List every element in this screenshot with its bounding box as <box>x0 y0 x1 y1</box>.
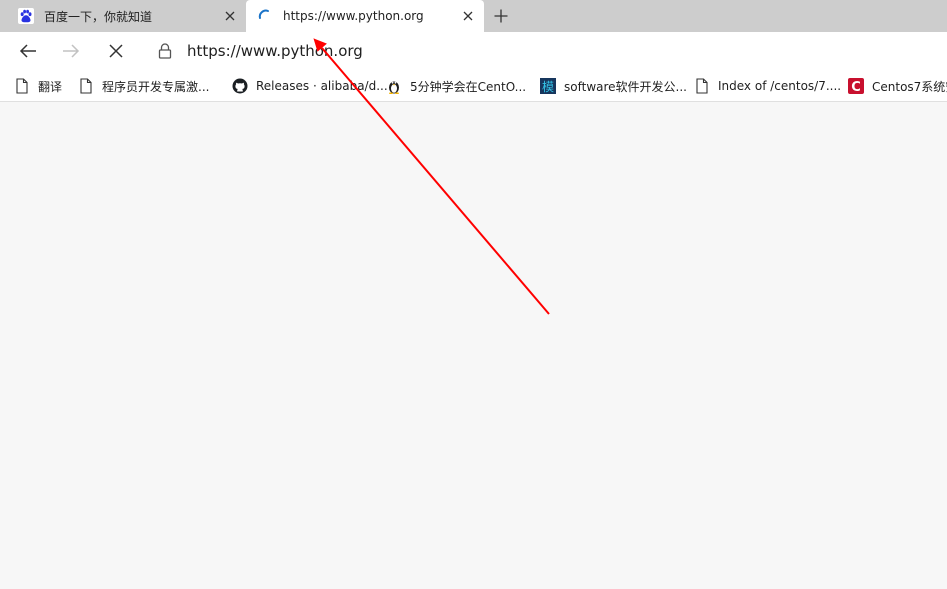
bookmark-item[interactable]: Releases · alibaba/d... <box>232 75 388 97</box>
arrow-right-icon <box>63 44 80 58</box>
baidu-paw-icon <box>18 8 34 24</box>
bookmarks-bar: 翻译 程序员开发专属激... Releases · alibaba/d... 5… <box>0 70 947 102</box>
csdn-icon: C <box>848 78 864 94</box>
bookmark-label: Centos7系统安 <box>872 79 947 94</box>
arrow-left-icon <box>19 44 36 58</box>
bookmark-label: Index of /centos/7.... <box>718 79 842 93</box>
mo-logo-icon: 模 <box>540 78 556 94</box>
loading-spinner-icon <box>257 8 273 24</box>
bookmark-label: 翻译 <box>38 79 63 94</box>
tab-title: https://www.python.org <box>283 9 424 23</box>
tab-baidu[interactable]: 百度一下，你就知道 <box>0 0 246 32</box>
back-button[interactable] <box>14 38 42 64</box>
stop-loading-button[interactable] <box>102 38 130 64</box>
bookmark-item[interactable]: Index of /centos/7.... <box>694 75 841 97</box>
page-content <box>0 102 947 589</box>
close-tab-icon[interactable] <box>222 8 238 24</box>
svg-text:模: 模 <box>542 80 554 94</box>
tab-title: 百度一下，你就知道 <box>44 9 153 24</box>
plus-icon <box>494 9 508 23</box>
close-icon <box>109 44 123 58</box>
tab-strip: 百度一下，你就知道 https://www.python.org <box>0 0 947 32</box>
new-tab-button[interactable] <box>490 6 512 26</box>
page-icon <box>694 78 710 94</box>
close-tab-icon[interactable] <box>460 8 476 24</box>
toolbar: https://www.python.org <box>0 32 947 70</box>
browser-window: 百度一下，你就知道 https://www.python.org https:/… <box>0 0 947 589</box>
bookmark-item[interactable]: 5分钟学会在CentO... <box>386 75 526 97</box>
page-icon <box>14 78 30 94</box>
bookmark-item[interactable]: C Centos7系统安 <box>848 75 947 97</box>
bookmark-item[interactable]: 翻译 <box>14 75 62 97</box>
page-icon <box>78 78 94 94</box>
svg-text:C: C <box>851 80 861 94</box>
tab-python[interactable]: https://www.python.org <box>246 0 484 32</box>
bookmark-item[interactable]: 模 software软件开发公... <box>540 75 687 97</box>
bookmark-label: 5分钟学会在CentO... <box>410 79 527 94</box>
url-text[interactable]: https://www.python.org <box>187 42 363 60</box>
linux-penguin-icon <box>386 78 402 94</box>
github-icon <box>232 78 248 94</box>
forward-button[interactable] <box>57 38 85 64</box>
address-bar[interactable]: https://www.python.org <box>145 36 947 66</box>
bookmark-label: 程序员开发专属激... <box>102 79 210 94</box>
bookmark-label: software软件开发公... <box>564 79 687 94</box>
bookmark-label: Releases · alibaba/d... <box>256 79 388 93</box>
bookmark-item[interactable]: 程序员开发专属激... <box>78 75 209 97</box>
lock-icon[interactable] <box>157 43 173 59</box>
